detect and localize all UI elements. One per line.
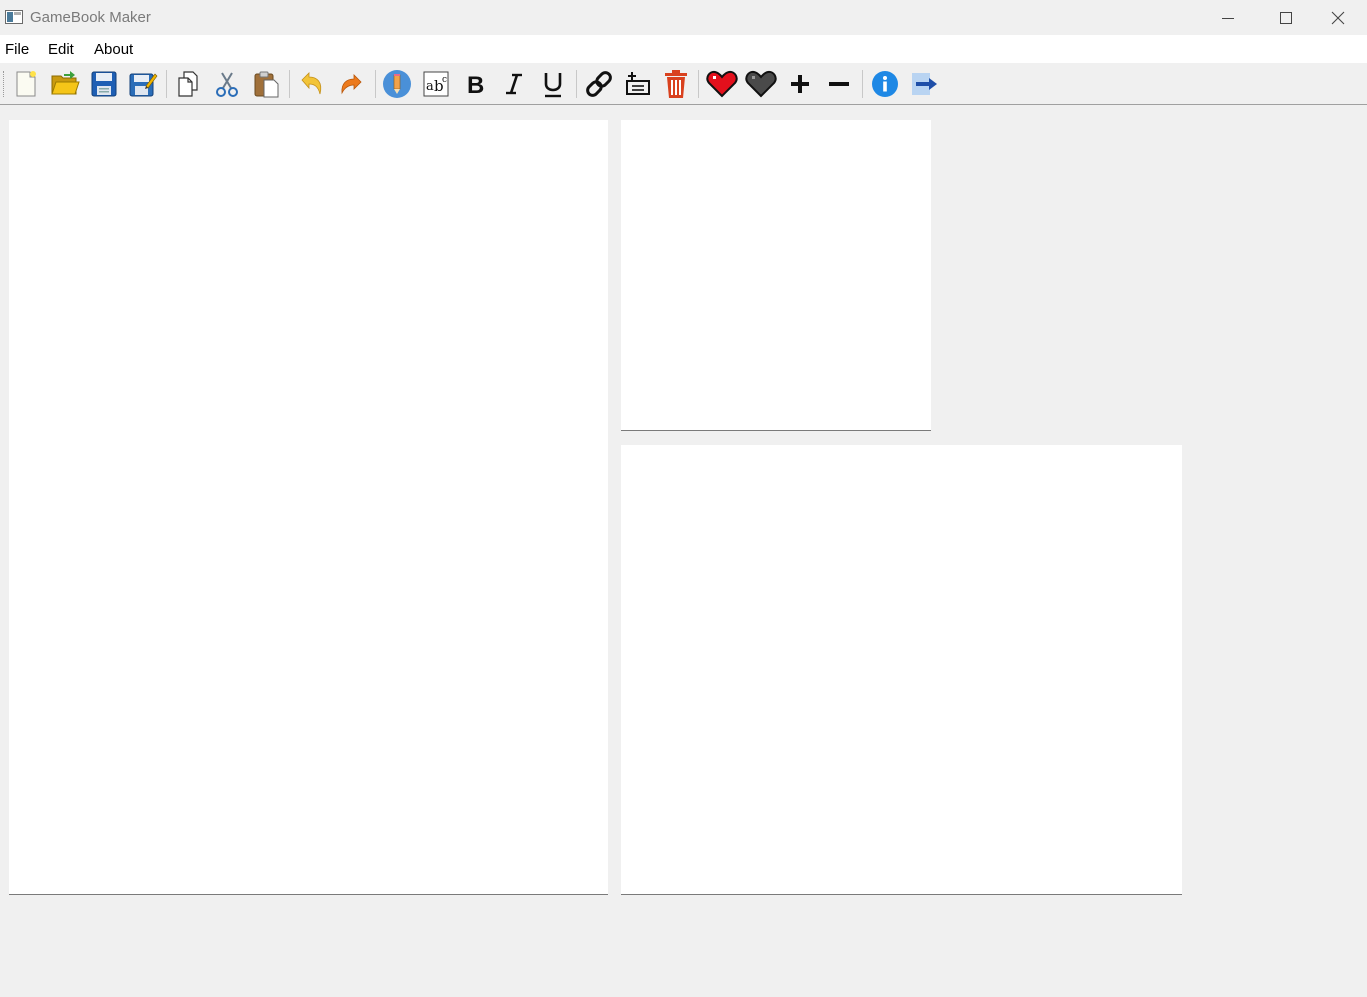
save-icon	[91, 71, 117, 97]
plus-icon	[791, 75, 809, 93]
redo-icon	[341, 74, 362, 95]
heart-empty-button[interactable]	[744, 67, 778, 101]
bold-button[interactable]: B	[459, 67, 493, 101]
app-icon	[5, 10, 23, 24]
close-button[interactable]	[1309, 0, 1367, 35]
underline-button[interactable]	[536, 67, 570, 101]
toolbar-grip[interactable]	[3, 71, 6, 97]
copy-button[interactable]	[171, 67, 205, 101]
save-button[interactable]	[87, 67, 121, 101]
italic-icon	[506, 73, 522, 95]
minimize-icon	[1222, 17, 1234, 19]
new-file-button[interactable]	[9, 67, 43, 101]
plus-button[interactable]	[783, 67, 817, 101]
image-panel[interactable]	[621, 120, 931, 431]
save-as-icon	[129, 73, 158, 97]
svg-text:a: a	[426, 79, 434, 94]
menu-about[interactable]: About	[94, 41, 133, 58]
go-button[interactable]	[907, 67, 941, 101]
window-title: GameBook Maker	[30, 9, 151, 26]
undo-button[interactable]	[295, 67, 329, 101]
menu-edit[interactable]: Edit	[48, 41, 74, 58]
open-button[interactable]	[48, 67, 82, 101]
undo-icon	[301, 72, 322, 95]
add-text-icon	[626, 72, 650, 95]
maximize-button[interactable]	[1257, 0, 1315, 35]
toolbar-separator	[698, 70, 699, 98]
cut-button[interactable]	[210, 67, 244, 101]
heart-full-button[interactable]	[705, 67, 739, 101]
open-folder-icon	[51, 71, 80, 95]
new-file-icon	[16, 71, 36, 97]
maximize-icon	[1280, 11, 1292, 24]
minus-button[interactable]	[822, 67, 856, 101]
minimize-button[interactable]	[1199, 0, 1257, 35]
bold-icon: B	[467, 72, 484, 98]
redo-button[interactable]	[334, 67, 368, 101]
go-arrow-icon	[912, 73, 937, 95]
edit-button[interactable]	[380, 67, 414, 101]
copy-icon	[178, 71, 198, 97]
add-text-button[interactable]	[621, 67, 655, 101]
main-text-panel[interactable]	[9, 120, 608, 895]
heart-empty-icon	[745, 70, 777, 98]
info-icon	[872, 71, 898, 97]
toolbar: a b c B	[0, 63, 1367, 105]
italic-button[interactable]	[497, 67, 531, 101]
spell-check-button[interactable]: a b c	[419, 67, 453, 101]
toolbar-separator	[289, 70, 290, 98]
secondary-text-panel[interactable]	[621, 445, 1182, 895]
cut-icon	[216, 72, 238, 97]
svg-text:c: c	[442, 75, 447, 85]
close-icon	[1331, 11, 1345, 24]
title-bar: GameBook Maker	[0, 0, 1367, 35]
spell-check-icon: a b c	[423, 71, 449, 97]
paste-icon	[254, 71, 279, 98]
toolbar-separator	[375, 70, 376, 98]
svg-text:B: B	[467, 72, 484, 98]
heart-full-icon	[706, 70, 738, 98]
toolbar-separator	[862, 70, 863, 98]
save-as-button[interactable]	[126, 67, 160, 101]
delete-icon	[665, 70, 687, 98]
paste-button[interactable]	[249, 67, 283, 101]
menu-file[interactable]: File	[5, 41, 29, 58]
link-icon	[586, 71, 612, 97]
menu-bar: File Edit About	[0, 35, 1367, 63]
underline-icon	[544, 73, 562, 98]
delete-button[interactable]	[659, 67, 693, 101]
toolbar-separator	[576, 70, 577, 98]
edit-pencil-icon	[383, 70, 411, 98]
minus-icon	[829, 82, 849, 86]
info-button[interactable]	[868, 67, 902, 101]
toolbar-separator	[166, 70, 167, 98]
link-button[interactable]	[582, 67, 616, 101]
